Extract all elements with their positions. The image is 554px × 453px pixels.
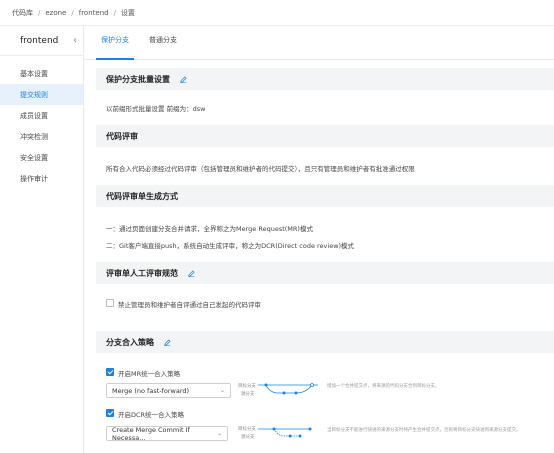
dcr-strategy-checkbox[interactable]: [106, 409, 114, 417]
breadcrumb-separator: /: [38, 8, 41, 17]
mr-strategy-description: 增加一个合并提交点，将来源的代码分支合到目标分支。: [327, 384, 440, 389]
dcr-source-branch-label: 源分支: [241, 435, 255, 440]
sidebar-item-audit[interactable]: 操作审计: [0, 168, 83, 189]
tab-protected-branch[interactable]: 保护分支: [96, 35, 134, 60]
dcr-target-branch-label: 目标分支: [238, 427, 256, 432]
dcr-strategy-description: 当目标分支不能进行快进的来源分支时将产生合并提交点，否则将目标分支快进到来源分支…: [327, 428, 521, 433]
sidebar-item-security[interactable]: 安全设置: [0, 147, 83, 168]
dcr-strategy-value: Create Merge Commit If Necessa...: [112, 425, 190, 442]
self-approve-checkbox[interactable]: [106, 299, 114, 307]
self-approve-label: 禁止管理员和维护者自评通过自己发起的代码评审: [118, 301, 261, 309]
code-review-text: 所有合入代码必须经过代码评审（包括管理员和维护者的代码提交），且只有管理员和维护…: [106, 165, 415, 173]
breadcrumb-separator: /: [71, 8, 74, 17]
batch-prefix-text: 以前缀形式批量设置 前缀为：dsw: [106, 105, 206, 113]
edit-icon[interactable]: [188, 269, 195, 277]
dcr-merge-diagram-icon: [258, 427, 312, 438]
mr-strategy-checkbox[interactable]: [106, 368, 114, 376]
generation-mr-text: 一：通过页面创建分支合并请求，全界称之为Merge Request(MR)模式: [106, 225, 313, 233]
edit-icon[interactable]: [164, 338, 171, 346]
breadcrumb-item-current: 设置: [120, 8, 135, 17]
section-title: 代码评审: [106, 131, 138, 141]
breadcrumb-separator: /: [113, 8, 116, 17]
section-batch-settings: 保护分支批量设置: [96, 68, 554, 90]
section-title: 保护分支批量设置: [106, 74, 170, 84]
section-manual-review: 评审单人工评审规范: [96, 262, 554, 284]
sidebar-item-members[interactable]: 成员设置: [0, 105, 83, 126]
tab-normal-branch[interactable]: 普通分支: [144, 35, 182, 59]
mr-source-branch-label: 源分支: [241, 392, 255, 397]
mr-strategy-select[interactable]: Merge (no fast-forward) ⌄: [106, 383, 231, 398]
generation-dcr-text: 二：Git客户端直接push，系统自动生成评审，称之为DCR(Direct co…: [106, 242, 355, 250]
sidebar: frontend ‹ 基本设置 提交规则 成员设置 冲突检测 安全设置 操作审计: [0, 26, 84, 453]
breadcrumb-item-project[interactable]: frontend: [79, 9, 109, 17]
mr-target-branch-label: 目标分支: [238, 384, 256, 389]
main-content: 保护分支 普通分支 保护分支批量设置 以前缀形式批量设置 前缀为：dsw 代码评…: [84, 26, 554, 453]
section-code-review: 代码评审: [96, 125, 554, 147]
sidebar-item-commit-rules[interactable]: 提交规则: [0, 84, 83, 105]
collapse-chevron-icon[interactable]: ‹: [73, 35, 77, 46]
mr-strategy-label: 开启MR统一合入策略: [118, 370, 181, 378]
sidebar-menu: 基本设置 提交规则 成员设置 冲突检测 安全设置 操作审计: [0, 56, 83, 189]
sidebar-item-conflict[interactable]: 冲突检测: [0, 126, 83, 147]
sidebar-header: frontend ‹: [0, 26, 83, 56]
dcr-strategy-label: 开启DCR统一合入策略: [118, 411, 185, 419]
mr-strategy-value: Merge (no fast-forward): [112, 386, 190, 395]
breadcrumb: 代码库 / ezone / frontend / 设置: [0, 0, 554, 26]
section-title: 分支合入策略: [106, 337, 154, 347]
breadcrumb-item-group[interactable]: ezone: [45, 9, 66, 17]
edit-icon[interactable]: [180, 75, 187, 83]
chevron-down-icon: ⌄: [216, 430, 222, 437]
breadcrumb-item-repo[interactable]: 代码库: [12, 8, 33, 18]
sidebar-item-basic[interactable]: 基本设置: [0, 63, 83, 84]
chevron-down-icon: ⌄: [219, 387, 225, 394]
mr-merge-diagram-icon: [258, 383, 318, 395]
section-title: 评审单人工评审规范: [106, 268, 178, 278]
sidebar-title: frontend: [20, 35, 59, 46]
section-title: 代码评审单生成方式: [106, 191, 178, 201]
section-merge-strategy: 分支合入策略: [96, 331, 554, 353]
section-review-generation: 代码评审单生成方式: [96, 185, 554, 207]
dcr-strategy-select[interactable]: Create Merge Commit If Necessa... ⌄: [106, 425, 228, 442]
tab-bar: 保护分支 普通分支: [84, 26, 554, 60]
